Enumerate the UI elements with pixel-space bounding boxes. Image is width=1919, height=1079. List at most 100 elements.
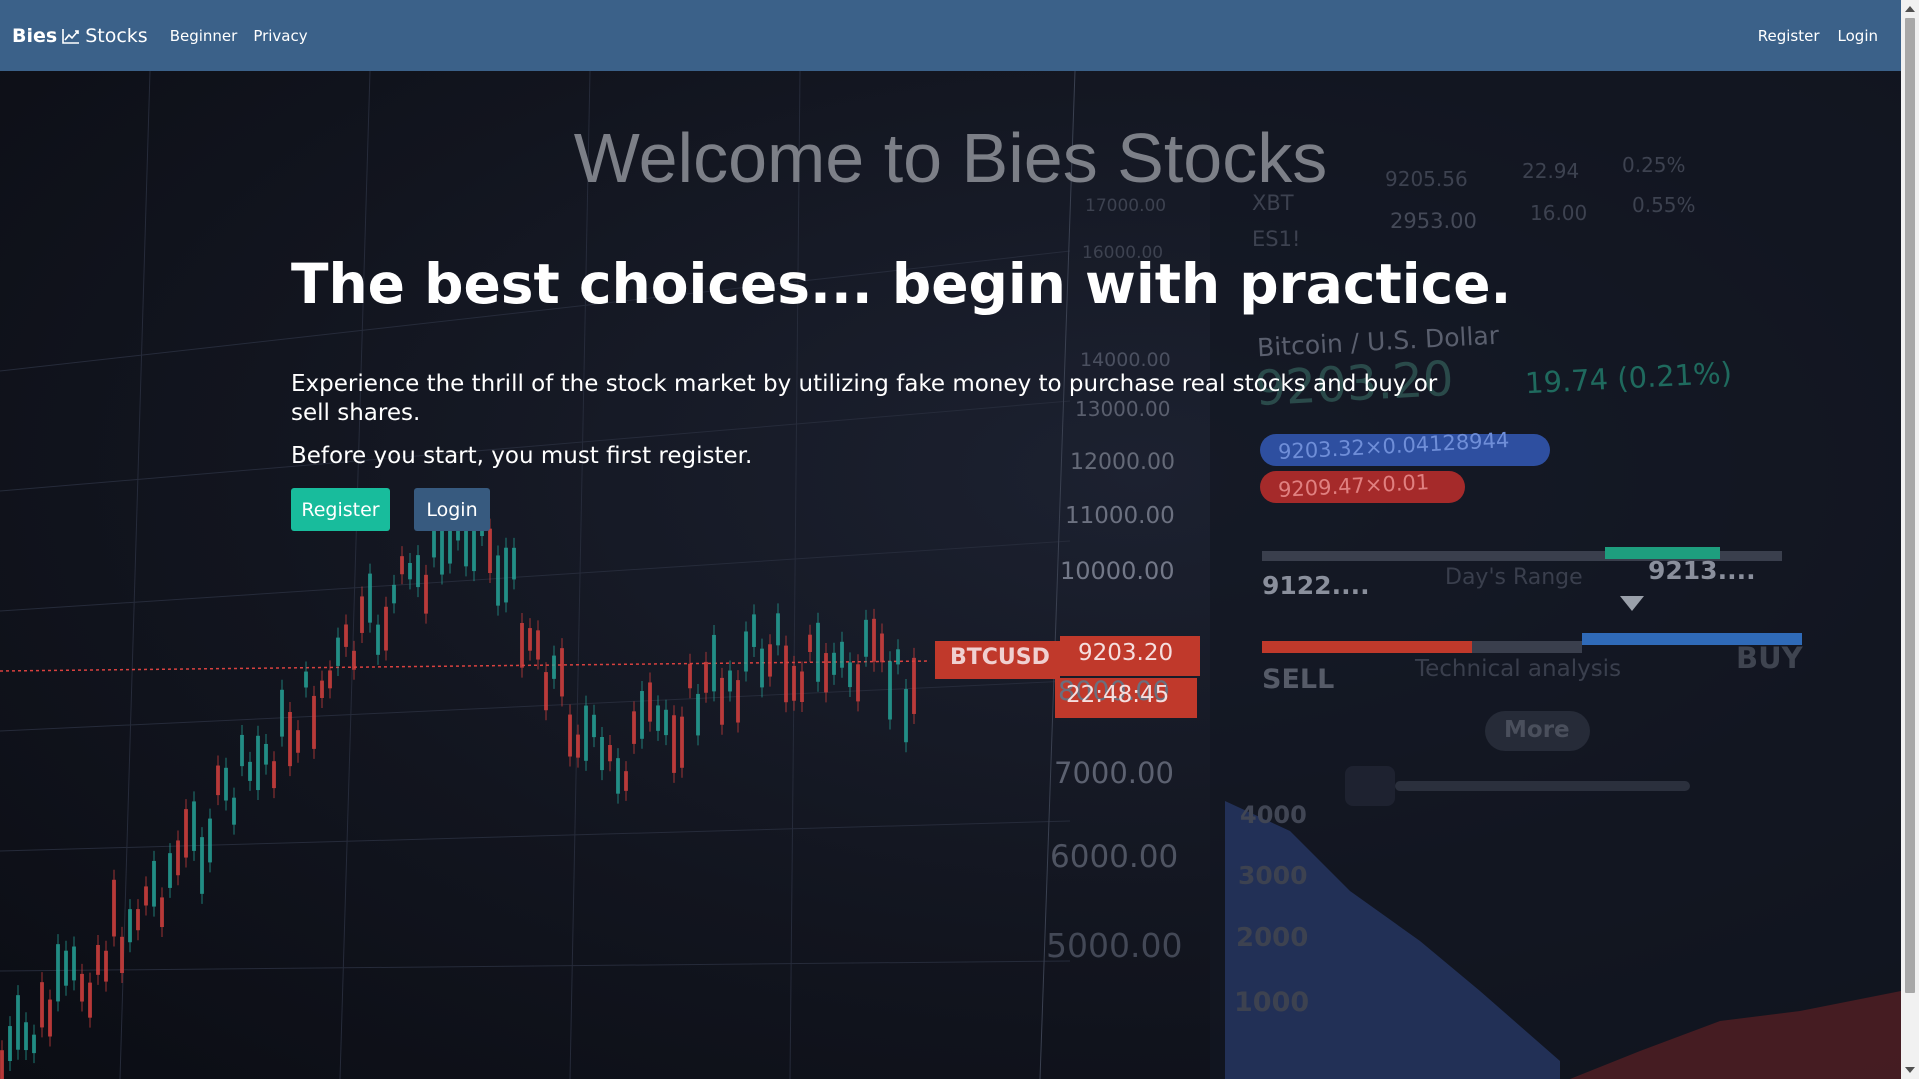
candle-body xyxy=(856,664,860,702)
candle-body xyxy=(80,973,84,1002)
depth-axis-label: 1000 xyxy=(1234,987,1310,1018)
nav-login[interactable]: Login xyxy=(1838,27,1878,45)
navbar: Bies Stocks Beginner Privacy Register Lo… xyxy=(0,0,1901,71)
candle-body xyxy=(880,633,884,663)
candle-body xyxy=(120,936,124,974)
candle-body xyxy=(336,637,340,666)
candle-body xyxy=(112,879,116,937)
candle-body xyxy=(848,662,852,688)
candle-body xyxy=(424,574,428,614)
nav-privacy[interactable]: Privacy xyxy=(253,27,307,45)
candle-body xyxy=(576,734,580,758)
candle-body xyxy=(800,671,804,703)
candle-body xyxy=(176,840,180,876)
page-scrollbar[interactable] xyxy=(1901,0,1919,1079)
candle-body xyxy=(752,614,756,647)
candle-body xyxy=(656,705,660,731)
candle-body xyxy=(104,950,108,982)
candle-body xyxy=(232,797,236,825)
candle-body xyxy=(392,584,396,604)
candle-body xyxy=(416,555,420,588)
candle-body xyxy=(136,909,140,931)
chart-background-graphic xyxy=(0,71,1901,1079)
range-label: Day's Range xyxy=(1445,565,1583,590)
candle-body xyxy=(824,653,828,693)
nav-right: Register Login xyxy=(1749,27,1887,45)
candle-body xyxy=(888,661,892,720)
nav-links: Beginner Privacy xyxy=(162,27,316,45)
brand-name-part2: Stocks xyxy=(85,24,148,47)
candle-body xyxy=(520,623,524,668)
candle-body xyxy=(24,1022,28,1051)
candle-body xyxy=(256,735,260,791)
candle-body xyxy=(544,672,548,711)
scroll-down-arrow-icon[interactable] xyxy=(1905,1067,1915,1073)
candle-body xyxy=(376,624,380,655)
axis-label: 7000.00 xyxy=(1054,756,1174,790)
candle-body xyxy=(240,734,244,767)
candle-body xyxy=(912,657,916,714)
candle-body xyxy=(640,691,644,739)
candle-body xyxy=(168,853,172,888)
welcome-title: Welcome to Bies Stocks xyxy=(573,119,1328,197)
candle-body xyxy=(560,648,564,697)
candle-body xyxy=(680,716,684,768)
table-change: 16.00 xyxy=(1530,201,1588,225)
candle-body xyxy=(584,705,588,761)
ticker-label: BTCUSD xyxy=(950,645,1050,670)
candle-body xyxy=(704,661,708,693)
candle-body xyxy=(160,897,164,928)
candle-body xyxy=(208,818,212,863)
candle-body xyxy=(320,680,324,698)
candle-body xyxy=(472,527,476,572)
candle-body xyxy=(568,714,572,757)
candle-body xyxy=(608,745,612,762)
candle-body xyxy=(304,671,308,688)
candle-body xyxy=(144,886,148,906)
axis-label: 11000.00 xyxy=(1065,503,1175,529)
candle-body xyxy=(280,689,284,737)
candle-body xyxy=(816,622,820,682)
axis-label: 14000.00 xyxy=(1080,349,1171,371)
ticker-price: 9203.20 xyxy=(1078,640,1174,666)
candle-body xyxy=(88,982,92,1018)
candle-body xyxy=(56,944,60,1002)
candle-body xyxy=(288,712,292,767)
candle-body xyxy=(0,1050,4,1079)
candle-body xyxy=(736,680,740,723)
candle-body xyxy=(128,909,132,943)
brand-logo[interactable]: Bies Stocks xyxy=(12,25,148,47)
scrollbar-thumb[interactable] xyxy=(1905,18,1915,993)
axis-label: 17000.00 xyxy=(1085,196,1167,216)
table-price: 2953.00 xyxy=(1390,209,1477,233)
candle-body xyxy=(272,761,276,789)
ticker-time: 22:48:45 xyxy=(1066,682,1170,708)
candle-body xyxy=(744,631,748,672)
candle-body xyxy=(664,709,668,736)
candle-body xyxy=(792,665,796,701)
candle-body xyxy=(296,730,300,753)
candle-body xyxy=(192,801,196,851)
nav-register[interactable]: Register xyxy=(1758,27,1820,45)
nav-beginner[interactable]: Beginner xyxy=(170,27,238,45)
sell-label: SELL xyxy=(1262,664,1335,695)
candle-body xyxy=(624,771,628,791)
hero-register-prompt: Before you start, you must first registe… xyxy=(291,443,753,469)
brand-name-part1: Bies xyxy=(12,24,58,47)
register-button[interactable]: Register xyxy=(291,488,390,531)
chart-line-icon xyxy=(61,27,81,45)
candle-body xyxy=(592,714,596,738)
candle-body xyxy=(488,528,492,574)
candle-body xyxy=(312,695,316,749)
candle-body xyxy=(872,618,876,662)
login-button[interactable]: Login xyxy=(414,488,490,531)
candle-body xyxy=(696,693,700,736)
candle-body xyxy=(760,648,764,688)
candle-body xyxy=(776,613,780,646)
axis-label: 10000.00 xyxy=(1060,557,1175,585)
scroll-up-arrow-icon[interactable] xyxy=(1905,6,1915,12)
hero-background-image: 17000.00 16000.00 14000.00 13000.00 1200… xyxy=(0,71,1901,1079)
candle-body xyxy=(552,655,556,679)
range-low: 9122.... xyxy=(1262,571,1370,600)
depth-axis-label: 4000 xyxy=(1240,801,1307,829)
